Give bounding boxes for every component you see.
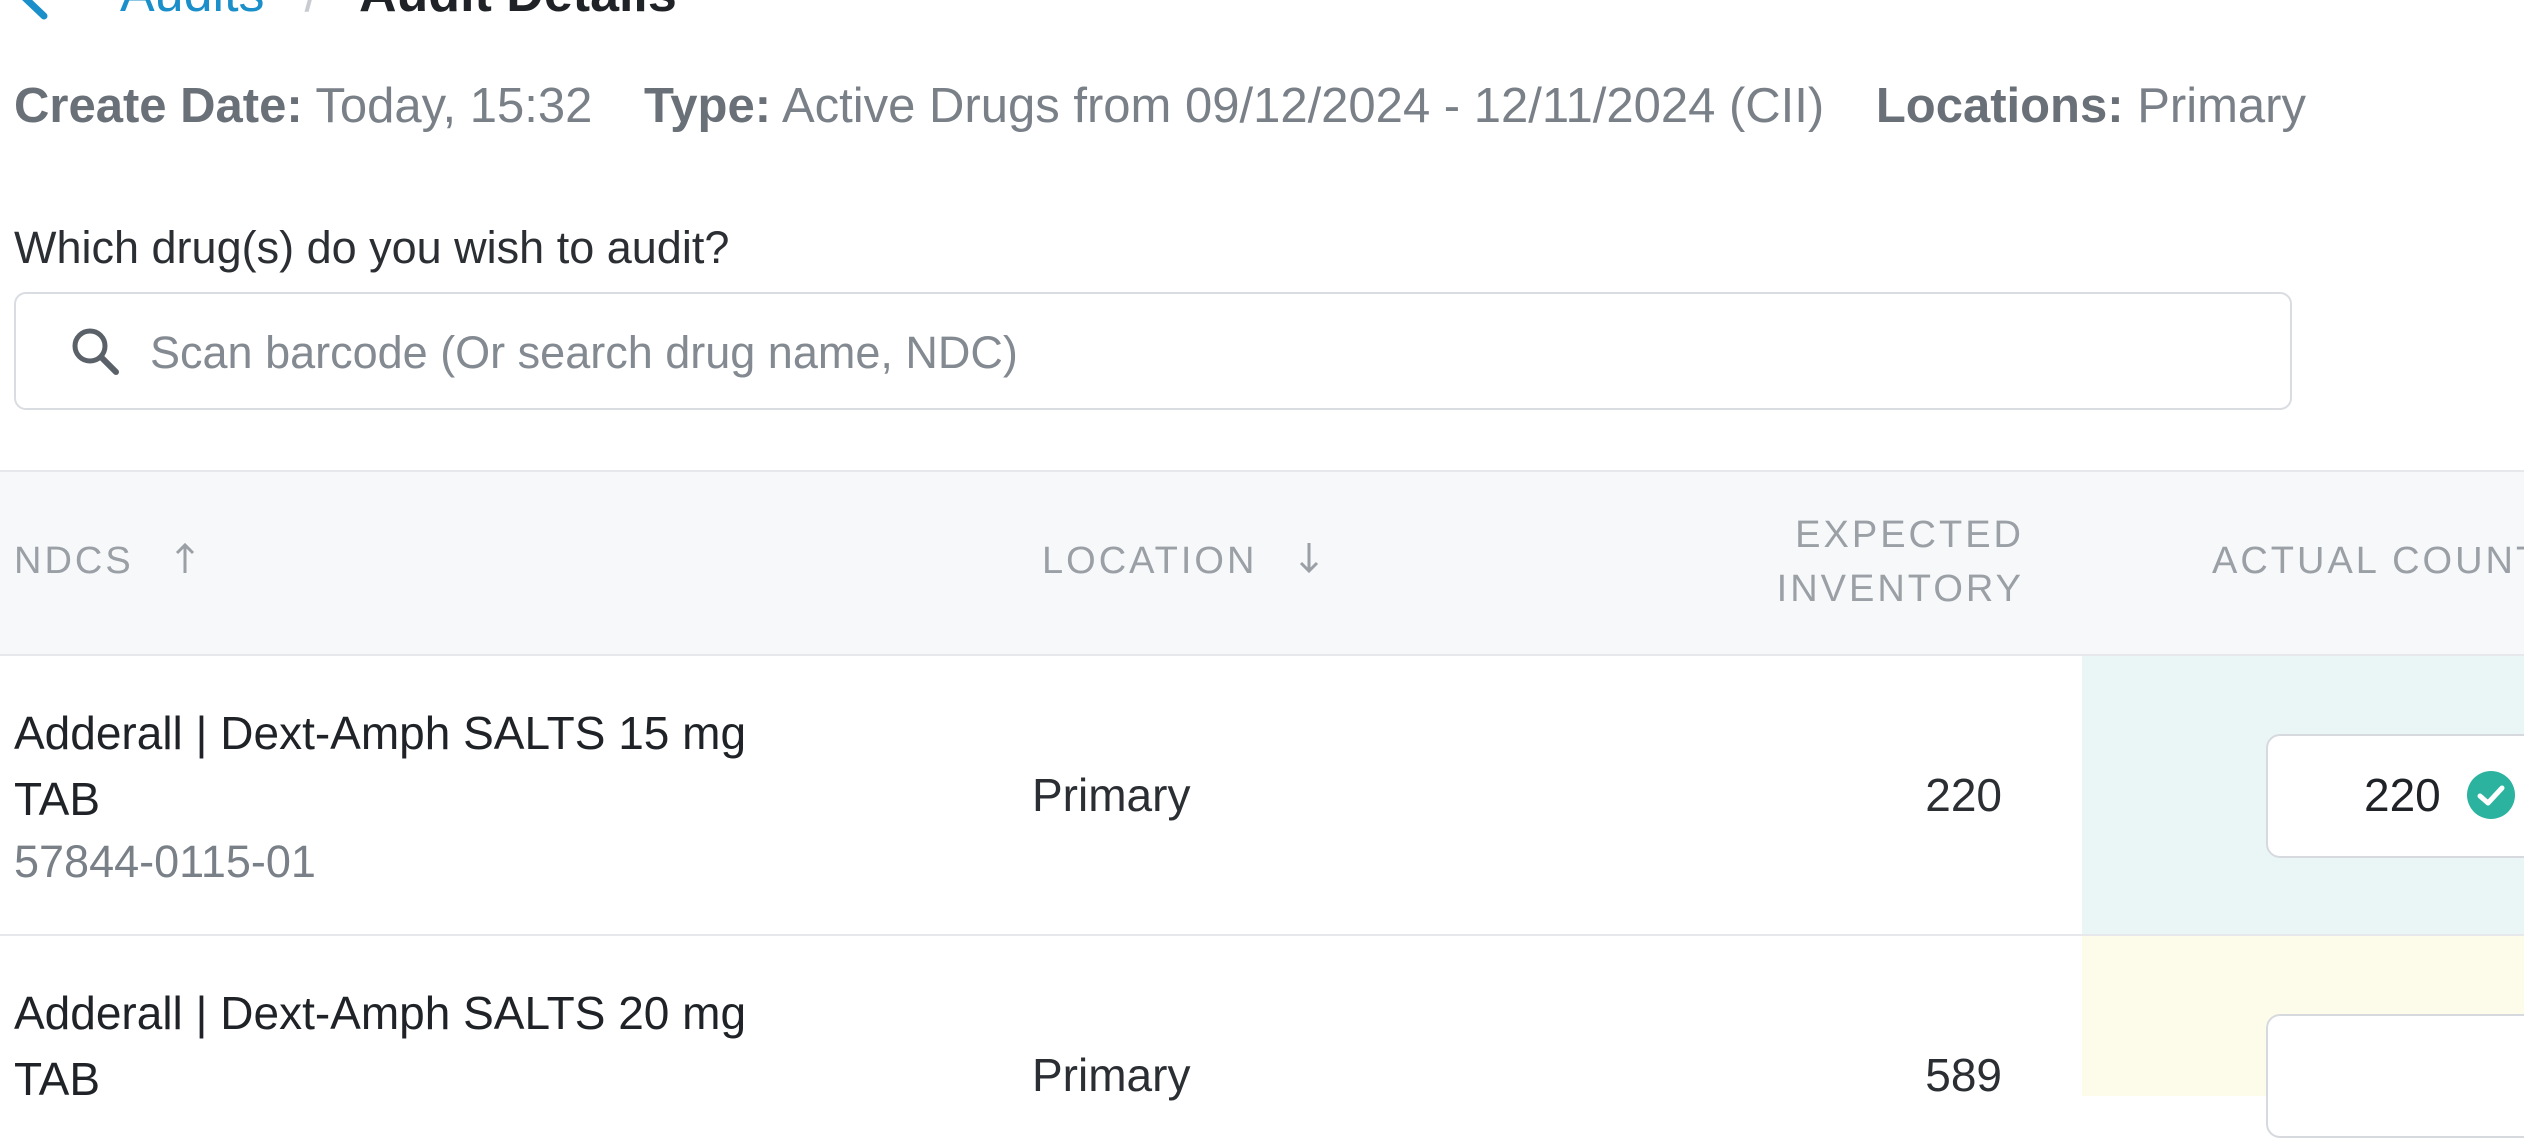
actual-count-input[interactable] (2266, 1014, 2524, 1138)
locations-label: Locations: (1875, 79, 2124, 133)
drug-search-input[interactable] (148, 314, 2252, 392)
type-value: Active Drugs from 09/12/2024 - 12/11/202… (781, 79, 1825, 133)
column-header-ndcs-label: NDCS (14, 540, 134, 582)
audit-meta: Create Date: Today, 15:32 Type: Active D… (14, 78, 2306, 134)
drug-name-line2: TAB (14, 1053, 101, 1105)
actual-count-input[interactable]: 220 (2266, 734, 2524, 858)
column-header-expected-line1: EXPECTED (1795, 514, 2024, 556)
type-label: Type: (644, 79, 772, 133)
location-cell: Primary (1032, 1049, 1191, 1101)
drug-name: Adderall | Dext-Amph SALTS 20 mg TAB (14, 980, 874, 1112)
create-date-value: Today, 15:32 (315, 79, 593, 133)
check-circle-icon (2466, 770, 2516, 825)
drug-name: Adderall | Dext-Amph SALTS 15 mg TAB (14, 700, 874, 832)
chevron-left-icon[interactable] (14, 0, 54, 35)
drug-name-line1: Adderall | Dext-Amph SALTS 15 mg (14, 707, 747, 759)
column-header-location[interactable]: LOCATION (1042, 534, 1321, 590)
table-header: NDCS LOCATION EXPECTED INVENTORY ACTUAL … (0, 470, 2524, 656)
breadcrumb: Audits / Audit Details (22, 0, 677, 24)
drug-search-box[interactable] (14, 292, 2292, 410)
table-row: Adderall | Dext-Amph SALTS 15 mg TAB 578… (0, 656, 2524, 936)
ndc-code: 57844-0115-01 (14, 836, 316, 887)
table-row: Adderall | Dext-Amph SALTS 20 mg TAB Pri… (0, 936, 2524, 1138)
audit-prompt: Which drug(s) do you wish to audit? (14, 222, 730, 273)
expected-inventory-cell: 220 (1925, 769, 2002, 821)
actual-count-value: 220 (2364, 769, 2441, 821)
drug-name-line2: TAB (14, 773, 101, 825)
column-header-actual-count[interactable]: ACTUAL COUNT (2212, 534, 2524, 588)
arrow-down-icon[interactable] (1297, 536, 1321, 590)
column-header-expected-line2: INVENTORY (1776, 568, 2024, 610)
drug-name-line1: Adderall | Dext-Amph SALTS 20 mg (14, 987, 747, 1039)
breadcrumb-separator: / (305, 0, 319, 24)
create-date-label: Create Date: (14, 79, 303, 133)
breadcrumb-audits-link[interactable]: Audits (120, 0, 265, 24)
column-header-location-label: LOCATION (1042, 540, 1258, 582)
location-cell: Primary (1032, 769, 1191, 821)
column-header-expected-inventory[interactable]: EXPECTED INVENTORY (1777, 508, 2024, 616)
page-title: Audit Details (359, 0, 677, 24)
column-header-ndcs[interactable]: NDCS (14, 534, 197, 590)
search-icon (64, 320, 128, 384)
expected-inventory-cell: 589 (1925, 1049, 2002, 1101)
arrow-up-icon[interactable] (173, 536, 197, 590)
locations-value: Primary (2137, 79, 2306, 133)
